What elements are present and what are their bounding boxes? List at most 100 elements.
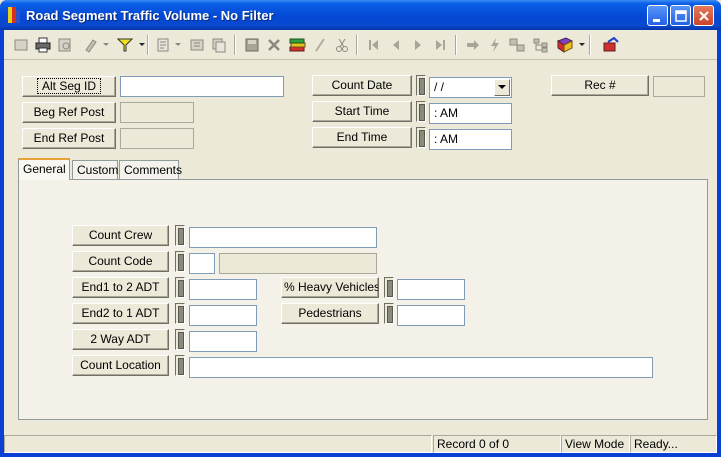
edit-dropdown[interactable] <box>102 34 110 56</box>
tab-custom[interactable]: Custom <box>72 160 118 180</box>
general-panel: Count Crew Count Code End1 to 2 ADT End2… <box>18 179 708 420</box>
count-code-button[interactable]: Count Code <box>72 251 169 272</box>
pedestrians-flag[interactable] <box>384 303 394 324</box>
toolbar <box>4 30 717 60</box>
start-time-flag[interactable] <box>416 101 426 122</box>
books-icon <box>289 38 306 52</box>
chevron-down-icon <box>139 43 145 46</box>
jump-button[interactable] <box>462 34 484 56</box>
end1-to-2-adt-button[interactable]: End1 to 2 ADT <box>72 277 169 298</box>
edit-line-button[interactable] <box>309 34 331 56</box>
two-way-adt-flag[interactable] <box>175 329 185 350</box>
count-code-flag[interactable] <box>175 251 185 272</box>
print-icon <box>35 37 51 53</box>
heavy-vehicles-input[interactable] <box>397 279 465 300</box>
end-time-input[interactable]: : AM <box>429 129 512 150</box>
rec-number-button[interactable]: Rec # <box>551 75 649 96</box>
toolbar-separator <box>455 35 457 55</box>
copy-record-button[interactable] <box>208 34 230 56</box>
count-date-button[interactable]: Count Date <box>312 75 412 96</box>
tab-comments[interactable]: Comments <box>119 160 182 180</box>
select-all-button[interactable] <box>10 34 32 56</box>
heavy-vehicles-flag[interactable] <box>384 277 394 298</box>
count-crew-button[interactable]: Count Crew <box>72 225 169 246</box>
alt-seg-id-button[interactable]: Alt Seg ID <box>22 76 116 97</box>
last-record-button[interactable] <box>429 34 451 56</box>
filter-button[interactable] <box>114 34 136 56</box>
pedestrians-input[interactable] <box>397 305 465 326</box>
app-window: Road Segment Traffic Volume - No Filter <box>0 0 721 457</box>
save-icon <box>245 38 259 52</box>
print-button[interactable] <box>32 34 54 56</box>
start-time-button[interactable]: Start Time <box>312 101 412 122</box>
end-ref-post-button[interactable]: End Ref Post <box>22 128 116 149</box>
count-date-combo[interactable]: / / <box>429 77 512 98</box>
minimize-button[interactable] <box>647 5 668 26</box>
delete-button[interactable] <box>263 34 285 56</box>
lightning-button[interactable] <box>484 34 506 56</box>
cut-icon <box>336 38 348 52</box>
library-dropdown[interactable] <box>578 34 586 56</box>
maximize-icon <box>675 10 687 22</box>
view-mode-status: View Mode <box>561 435 630 453</box>
grid-icon <box>509 38 525 52</box>
two-way-adt-input[interactable] <box>189 331 257 352</box>
alt-seg-id-label: Alt Seg ID <box>36 78 102 94</box>
count-code-input[interactable] <box>189 253 215 274</box>
chevron-down-icon <box>579 43 585 46</box>
filter-icon <box>117 38 133 52</box>
tab-general[interactable]: General <box>18 158 70 180</box>
library-button[interactable] <box>554 34 576 56</box>
alt-seg-id-input[interactable] <box>120 76 284 97</box>
cut-button[interactable] <box>331 34 353 56</box>
previous-record-button[interactable] <box>385 34 407 56</box>
exit-button[interactable] <box>600 34 622 56</box>
select-all-icon <box>14 39 28 51</box>
next-record-button[interactable] <box>407 34 429 56</box>
end-time-flag[interactable] <box>416 127 426 148</box>
count-location-input[interactable] <box>189 357 653 378</box>
delete-icon <box>268 39 280 51</box>
report-button[interactable] <box>152 34 174 56</box>
count-date-dropdown-button[interactable] <box>494 79 510 96</box>
close-button[interactable] <box>693 5 714 26</box>
maximize-button[interactable] <box>670 5 691 26</box>
books-button[interactable] <box>287 34 309 56</box>
status-bar: Record 0 of 0 View Mode Ready... <box>4 435 717 453</box>
rec-number-field <box>653 76 705 97</box>
count-location-button[interactable]: Count Location <box>72 355 169 376</box>
print-preview-button[interactable] <box>54 34 76 56</box>
last-record-icon <box>436 40 445 50</box>
edit-button[interactable] <box>80 34 102 56</box>
grid-button[interactable] <box>506 34 528 56</box>
tree-icon <box>533 38 548 53</box>
end-time-button[interactable]: End Time <box>312 127 412 148</box>
count-date-flag[interactable] <box>416 75 426 96</box>
count-location-flag[interactable] <box>175 355 185 376</box>
properties-button[interactable] <box>186 34 208 56</box>
pedestrians-button[interactable]: Pedestrians <box>281 303 379 324</box>
end1-to-2-adt-flag[interactable] <box>175 277 185 298</box>
end2-to-1-adt-button[interactable]: End2 to 1 ADT <box>72 303 169 324</box>
report-dropdown[interactable] <box>174 34 182 56</box>
client-area: Alt Seg ID Beg Ref Post End Ref Post Cou… <box>4 30 717 453</box>
library-icon <box>556 37 574 53</box>
first-record-icon <box>369 40 378 50</box>
end2-to-1-adt-input[interactable] <box>189 305 257 326</box>
start-time-input[interactable]: : AM <box>429 103 512 124</box>
count-date-value: / / <box>434 80 445 94</box>
count-crew-input[interactable] <box>189 227 377 248</box>
filter-dropdown[interactable] <box>138 34 146 56</box>
title-bar[interactable]: Road Segment Traffic Volume - No Filter <box>0 0 721 30</box>
count-crew-flag[interactable] <box>175 225 185 246</box>
first-record-button[interactable] <box>363 34 385 56</box>
two-way-adt-button[interactable]: 2 Way ADT <box>72 329 169 350</box>
tree-button[interactable] <box>530 34 552 56</box>
end1-to-2-adt-input[interactable] <box>189 279 257 300</box>
heavy-vehicles-button[interactable]: % Heavy Vehicles <box>281 277 379 298</box>
status-spacer <box>4 435 432 453</box>
save-button[interactable] <box>241 34 263 56</box>
copy-record-icon <box>212 38 226 53</box>
beg-ref-post-button[interactable]: Beg Ref Post <box>22 102 116 123</box>
end2-to-1-adt-flag[interactable] <box>175 303 185 324</box>
